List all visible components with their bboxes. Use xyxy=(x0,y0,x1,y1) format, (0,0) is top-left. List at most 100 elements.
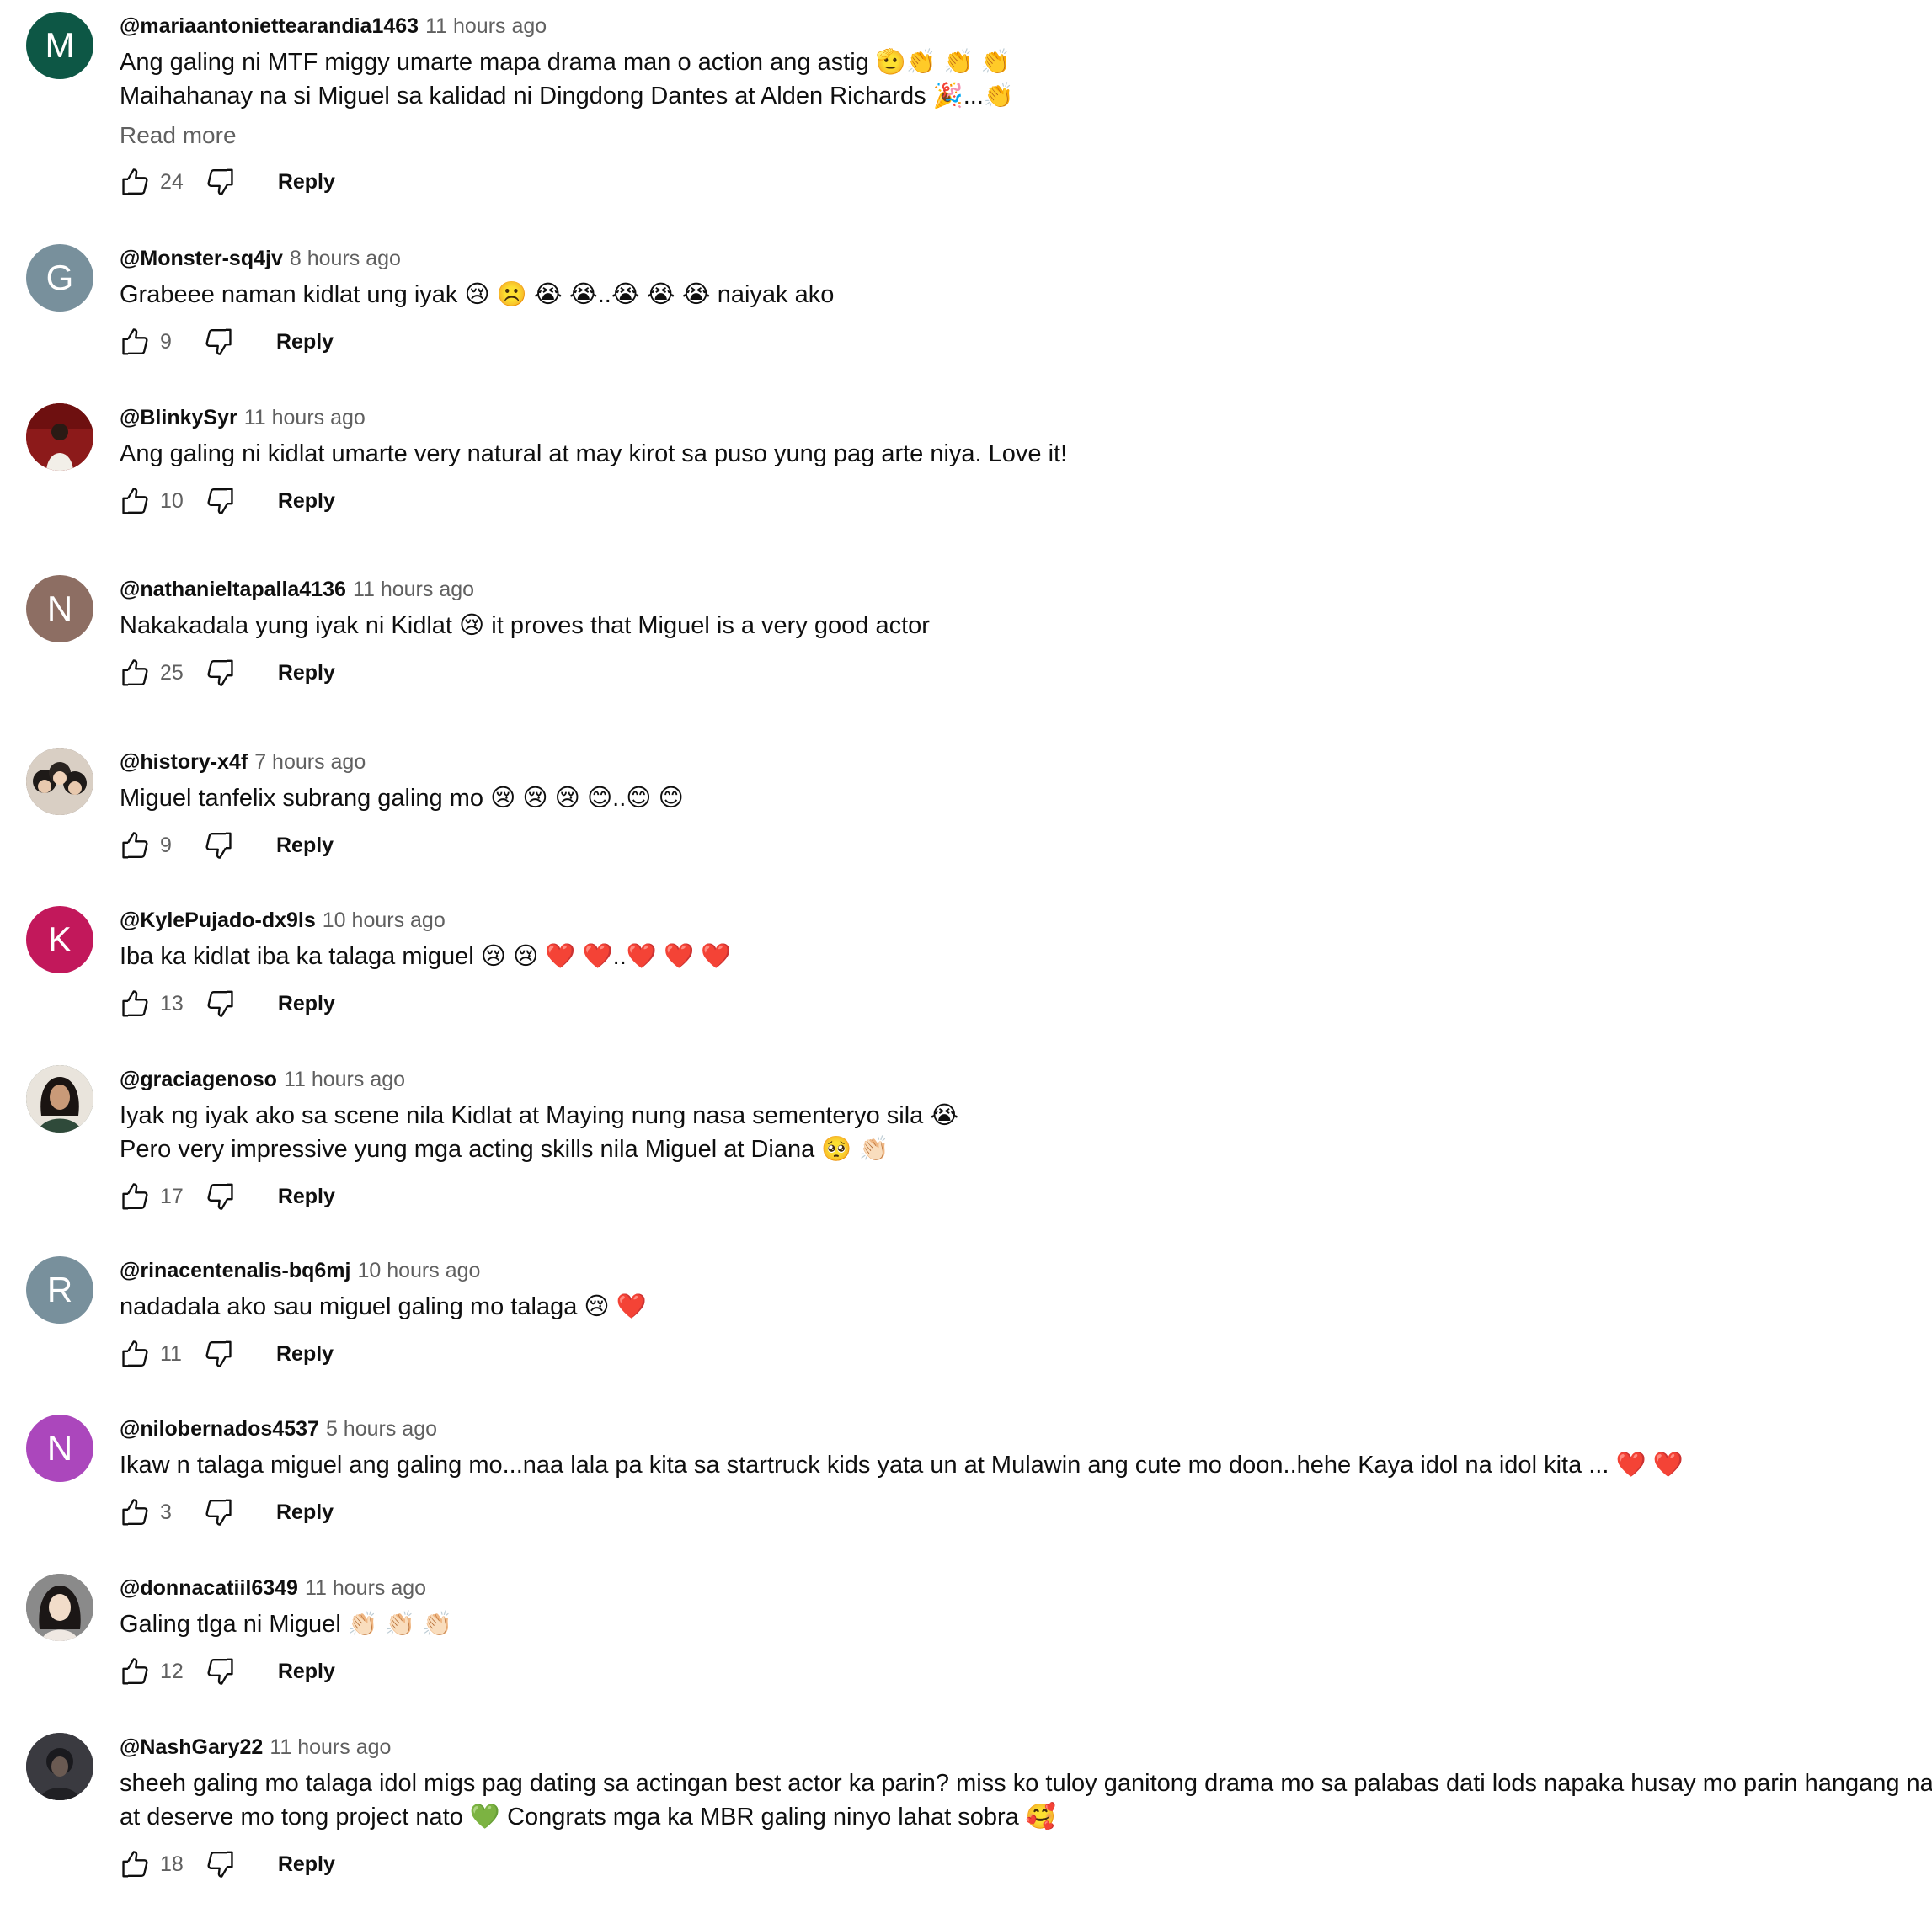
like-count: 3 xyxy=(160,1500,172,1524)
comment-author[interactable]: @mariaantoniettearandia1463 xyxy=(120,14,419,38)
reply-button[interactable]: Reply xyxy=(276,1342,334,1367)
reply-button[interactable]: Reply xyxy=(278,661,335,685)
thumbs-down-icon[interactable] xyxy=(202,1653,239,1690)
reply-button[interactable]: Reply xyxy=(276,1500,334,1525)
comment-time[interactable]: 11 hours ago xyxy=(284,1068,405,1091)
avatar-photo xyxy=(26,403,93,471)
like-count: 18 xyxy=(160,1852,184,1876)
avatar[interactable] xyxy=(26,1065,93,1133)
comment-time[interactable]: 5 hours ago xyxy=(326,1417,437,1441)
avatar[interactable] xyxy=(26,1574,93,1641)
read-more-link[interactable]: Read more xyxy=(120,120,1932,152)
thumbs-down-icon[interactable] xyxy=(202,654,239,691)
thumbs-down-icon[interactable] xyxy=(202,985,239,1022)
comment-time[interactable]: 10 hours ago xyxy=(357,1259,480,1282)
reply-button[interactable]: Reply xyxy=(276,330,334,354)
comment-author[interactable]: @nilobernados4537 xyxy=(120,1417,319,1441)
comment-time[interactable]: 7 hours ago xyxy=(254,750,366,774)
avatar[interactable]: N xyxy=(26,575,93,642)
like-count: 17 xyxy=(160,1184,184,1208)
comment-time[interactable]: 11 hours ago xyxy=(270,1735,391,1759)
comment-author[interactable]: @donnacatiil6349 xyxy=(120,1576,298,1600)
thumbs-down-icon[interactable] xyxy=(202,163,239,200)
thumbs-up-icon[interactable] xyxy=(116,1178,153,1215)
comment-time[interactable]: 11 hours ago xyxy=(244,406,366,429)
reply-button[interactable]: Reply xyxy=(278,1852,335,1877)
comment-line: nadadala ako sau miguel galing mo talaga… xyxy=(120,1293,647,1320)
comment-text: nadadala ako sau miguel galing mo talaga… xyxy=(120,1290,1932,1324)
comment-line: sheeh galing mo talaga idol migs pag dat… xyxy=(120,1770,1932,1797)
avatar[interactable]: M xyxy=(26,12,93,79)
comment-time[interactable]: 10 hours ago xyxy=(323,909,446,932)
comment-line: Ang galing ni MTF miggy umarte mapa dram… xyxy=(120,49,1011,76)
comment-text: Iba ka kidlat iba ka talaga miguel 😢 😢 ❤… xyxy=(120,940,1932,973)
thumbs-up-icon[interactable] xyxy=(116,1846,153,1883)
thumbs-up-icon[interactable] xyxy=(116,323,153,360)
comment-author[interactable]: @Monster-sq4jv xyxy=(120,247,283,270)
thumbs-down-icon[interactable] xyxy=(200,1494,237,1531)
thumbs-down-icon[interactable] xyxy=(200,323,237,360)
reply-button[interactable]: Reply xyxy=(278,992,335,1016)
comment-line: Grabeee naman kidlat ung iyak 😢 ☹️ 😭 😭..… xyxy=(120,281,835,308)
avatar-photo xyxy=(26,1065,93,1133)
thumbs-up-icon[interactable] xyxy=(116,985,153,1022)
comment-author[interactable]: @nathanieltapalla4136 xyxy=(120,578,346,601)
comment-text: Nakakadala yung iyak ni Kidlat 😢 it prov… xyxy=(120,609,1932,642)
comment-author[interactable]: @KylePujado-dx9ls xyxy=(120,909,316,932)
comment-author[interactable]: @rinacentenalis-bq6mj xyxy=(120,1259,350,1282)
thumbs-down-icon[interactable] xyxy=(202,1846,239,1883)
avatar-photo xyxy=(26,748,93,815)
comment-author[interactable]: @history-x4f xyxy=(120,750,248,774)
comment-author[interactable]: @graciagenoso xyxy=(120,1068,277,1091)
comment-line: Iyak ng iyak ako sa scene nila Kidlat at… xyxy=(120,1102,959,1129)
thumbs-down-icon[interactable] xyxy=(200,1335,237,1372)
thumbs-up-icon[interactable] xyxy=(116,482,153,520)
comment-text: Ang galing ni kidlat umarte very natural… xyxy=(120,437,1932,471)
reply-button[interactable]: Reply xyxy=(278,1660,335,1684)
comment-line: Galing tlga ni Miguel 👏🏻 👏🏻 👏🏻 xyxy=(120,1611,453,1638)
thumbs-down-icon[interactable] xyxy=(202,482,239,520)
comment-text: Ang galing ni MTF miggy umarte mapa dram… xyxy=(120,45,1932,113)
reply-button[interactable]: Reply xyxy=(276,834,334,858)
avatar[interactable]: R xyxy=(26,1256,93,1324)
thumbs-down-icon[interactable] xyxy=(202,1178,239,1215)
comment-time[interactable]: 11 hours ago xyxy=(353,578,474,601)
comment-text: Galing tlga ni Miguel 👏🏻 👏🏻 👏🏻 xyxy=(120,1607,1932,1641)
avatar-photo xyxy=(26,1574,93,1641)
comment-time[interactable]: 11 hours ago xyxy=(425,14,547,38)
comment-time[interactable]: 8 hours ago xyxy=(290,247,401,270)
reply-button[interactable]: Reply xyxy=(278,170,335,195)
avatar[interactable]: N xyxy=(26,1415,93,1482)
avatar[interactable] xyxy=(26,1733,93,1800)
like-count: 24 xyxy=(160,169,184,194)
like-count: 25 xyxy=(160,660,184,685)
comment-text: Miguel tanfelix subrang galing mo 😢 😢 😢 … xyxy=(120,781,1932,815)
comment-line: Ang galing ni kidlat umarte very natural… xyxy=(120,440,1068,467)
avatar-photo xyxy=(26,1733,93,1800)
comment-text: sheeh galing mo talaga idol migs pag dat… xyxy=(120,1767,1932,1834)
thumbs-up-icon[interactable] xyxy=(116,1653,153,1690)
thumbs-up-icon[interactable] xyxy=(116,654,153,691)
like-count: 13 xyxy=(160,991,184,1015)
avatar[interactable] xyxy=(26,403,93,471)
comment-line: Maihahanay na si Miguel sa kalidad ni Di… xyxy=(120,83,1015,109)
like-count: 11 xyxy=(160,1341,182,1366)
comment-line: Pero very impressive yung mga acting ski… xyxy=(120,1136,889,1163)
avatar[interactable]: G xyxy=(26,244,93,312)
comment-line: Iba ka kidlat iba ka talaga miguel 😢 😢 ❤… xyxy=(120,943,732,970)
comment-time[interactable]: 11 hours ago xyxy=(305,1576,426,1600)
thumbs-up-icon[interactable] xyxy=(116,827,153,864)
comment-line: Miguel tanfelix subrang galing mo 😢 😢 😢 … xyxy=(120,785,684,812)
comment-line: Nakakadala yung iyak ni Kidlat 😢 it prov… xyxy=(120,612,930,639)
thumbs-up-icon[interactable] xyxy=(116,1494,153,1531)
avatar[interactable] xyxy=(26,748,93,815)
comment-author[interactable]: @BlinkySyr xyxy=(120,406,237,429)
comment-text: Iyak ng iyak ako sa scene nila Kidlat at… xyxy=(120,1099,1932,1166)
thumbs-down-icon[interactable] xyxy=(200,827,237,864)
comment-author[interactable]: @NashGary22 xyxy=(120,1735,263,1759)
reply-button[interactable]: Reply xyxy=(278,489,335,514)
thumbs-up-icon[interactable] xyxy=(116,163,153,200)
reply-button[interactable]: Reply xyxy=(278,1185,335,1209)
avatar[interactable]: K xyxy=(26,906,93,973)
thumbs-up-icon[interactable] xyxy=(116,1335,153,1372)
